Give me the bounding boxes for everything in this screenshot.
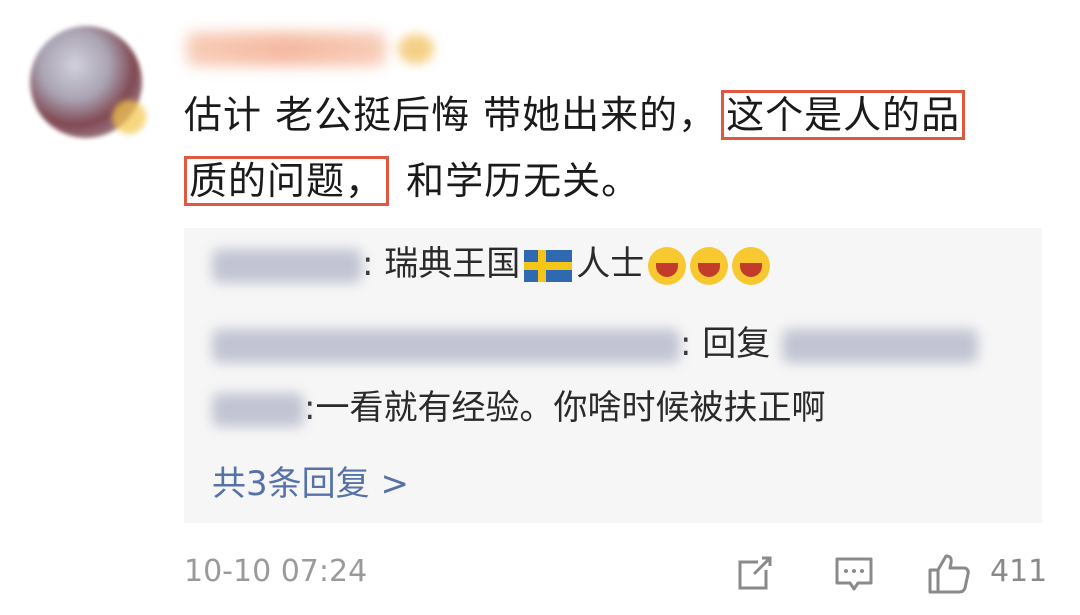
- reply-text: 人士: [576, 244, 645, 284]
- laughing-emoji-icon: [648, 246, 687, 285]
- like-icon[interactable]: [926, 552, 974, 600]
- comment-footer: 10-10 07:24 411: [184, 548, 1054, 598]
- laughing-emoji-icon: [732, 246, 771, 285]
- username-blurred[interactable]: [186, 32, 386, 66]
- reply-target-blurred[interactable]: [782, 328, 979, 363]
- reply-item[interactable]: :一看就有经验。你啥时候被扶正啊: [212, 386, 825, 430]
- reply-target-blurred[interactable]: [212, 392, 304, 427]
- reply-text: :一看就有经验。你啥时候被扶正啊: [304, 388, 826, 428]
- sweden-flag-icon: [524, 249, 573, 282]
- more-replies-link[interactable]: 共3条回复 >: [212, 456, 409, 505]
- comment-text-part: 和学历无关。: [406, 159, 641, 203]
- reply-item[interactable]: : 回复: [212, 322, 979, 366]
- highlight-box: 质的问题，: [184, 156, 390, 206]
- avatar-badge-icon: [112, 100, 146, 134]
- laughing-emoji-icon: [690, 246, 729, 285]
- like-count: 411: [990, 554, 1048, 589]
- reply-item[interactable]: : 瑞典王国 人士: [212, 242, 771, 286]
- timestamp: 10-10 07:24: [184, 554, 368, 589]
- reply-text: : 回复: [680, 324, 771, 364]
- highlight-box: 这个是人的品: [721, 90, 966, 140]
- comment-text-part: 估计 老公挺后悔 带她出来的，: [184, 93, 718, 137]
- reply-username-blurred[interactable]: [212, 328, 680, 363]
- repost-icon[interactable]: [732, 552, 776, 600]
- reply-text: : 瑞典王国: [362, 244, 521, 284]
- reply-username-blurred[interactable]: [212, 248, 362, 283]
- replies-panel: : 瑞典王国 人士 : 回复 :一看就有经验。你啥时候被扶正啊 共3条回复 >: [184, 228, 1042, 523]
- comment-text: 估计 老公挺后悔 带她出来的， 这个是人的品 质的问题， 和学历无关。: [184, 82, 1064, 214]
- comment-icon[interactable]: [832, 552, 876, 600]
- user-badge-icon: [398, 34, 434, 64]
